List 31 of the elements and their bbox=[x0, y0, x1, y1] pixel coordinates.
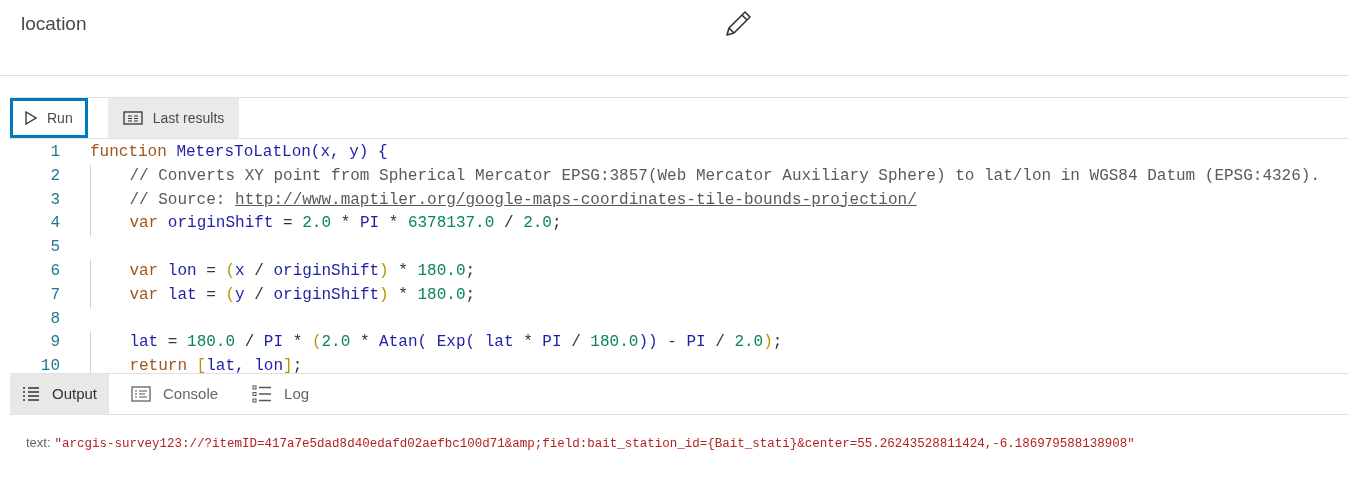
output-tab[interactable]: Output bbox=[10, 374, 110, 414]
code-line: var lat = (y / originShift) * 180.0; bbox=[128, 285, 476, 304]
line-number: 4 bbox=[49, 213, 60, 235]
line-number: 9 bbox=[49, 332, 60, 354]
line-number: 2 bbox=[49, 165, 60, 187]
list-icon bbox=[22, 386, 40, 402]
code-link[interactable]: http://www.maptiler.org/google-maps-coordinates-tile-bounds-projection/ bbox=[235, 190, 917, 209]
output-value: "arcgis-survey123://?itemID=417a7e5dad8d40edafd02aefbc100d71&amp;field:bait_station_id={Bait_stati}&center=55.26243528811424,-6.186979588138908" bbox=[54, 436, 1135, 453]
line-number: 6 bbox=[49, 261, 60, 282]
code-line: lat = 180.0 / PI * (2.0 * Atan( Exp( lat * PI / 180.0)) - PI / 2.0); bbox=[128, 333, 783, 352]
line-number: 1 bbox=[49, 142, 60, 163]
line-number: 5 bbox=[49, 237, 60, 259]
line-number: 8 bbox=[49, 308, 60, 330]
results-button[interactable]: Last results bbox=[107, 98, 240, 138]
code-line: return [lat, lon]; bbox=[128, 357, 303, 373]
console-icon bbox=[131, 386, 152, 402]
code-line: // Converts XY point from Spherical Mercator EPSG:3857(Web Mercator Auxiliary Sphere) to lat/lon in WGS84 Datum (EPSG:4326). bbox=[128, 166, 1320, 185]
code-line: var lon = (x / originShift) * 180.0; bbox=[128, 262, 476, 280]
field-title: location bbox=[21, 12, 87, 36]
line-number: 3 bbox=[49, 189, 60, 211]
pencil-icon[interactable] bbox=[724, 9, 753, 38]
line-number: 10 bbox=[39, 356, 60, 373]
code-line: var originShift = 2.0 * PI * 6378137.0 / 2.0; bbox=[128, 214, 562, 233]
code-line: function MetersToLatLon(x, y) { bbox=[90, 143, 388, 161]
list-icon bbox=[252, 385, 273, 403]
line-number: 7 bbox=[49, 284, 60, 306]
run-button[interactable]: Run bbox=[10, 98, 88, 138]
output-label: text: bbox=[26, 434, 51, 452]
code-comment: // Source: bbox=[128, 190, 227, 209]
play-icon bbox=[25, 111, 37, 125]
table-icon bbox=[122, 111, 143, 125]
